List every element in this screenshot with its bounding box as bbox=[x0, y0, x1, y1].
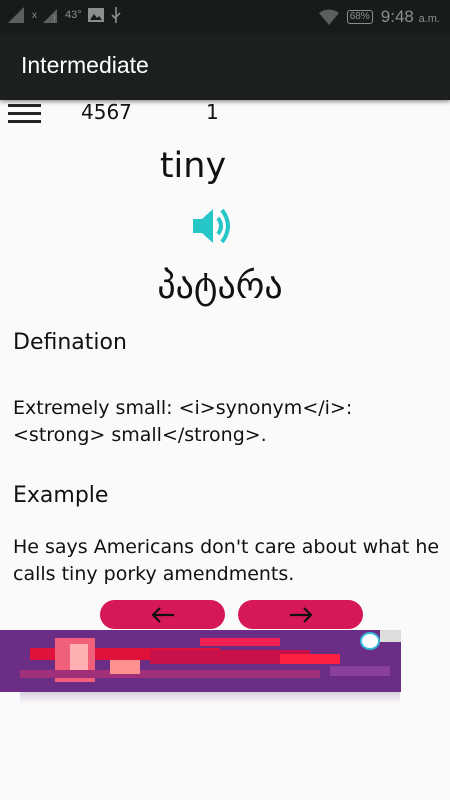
arrow-right-icon bbox=[289, 606, 313, 623]
speaker-icon[interactable] bbox=[191, 204, 233, 248]
app-bar: Intermediate bbox=[0, 33, 450, 100]
signal-warning-icon: ! bbox=[43, 9, 57, 23]
next-button[interactable] bbox=[238, 600, 363, 629]
svg-text:!: ! bbox=[53, 14, 56, 23]
ad-shadow bbox=[20, 692, 400, 704]
status-bar: x ! 43° 68% 9:48 a.m. bbox=[0, 0, 450, 33]
status-right: 68% 9:48 a.m. bbox=[318, 7, 440, 27]
ad-close-icon[interactable] bbox=[380, 630, 401, 642]
app-title: Intermediate bbox=[21, 52, 149, 78]
temperature-label: 43° bbox=[65, 9, 82, 21]
example-heading: Example bbox=[13, 483, 109, 508]
definition-heading: Defination bbox=[13, 330, 127, 355]
ad-banner[interactable] bbox=[0, 630, 401, 692]
definition-text: Extremely small: <i>synonym</i>: <strong… bbox=[13, 397, 353, 446]
clock-ampm: a.m. bbox=[418, 13, 440, 25]
word-total-count: 4567 bbox=[81, 100, 132, 124]
clock-time: 9:48 bbox=[380, 7, 414, 26]
image-icon bbox=[87, 8, 104, 22]
translation-text: პატარა bbox=[157, 266, 283, 307]
arrow-left-icon bbox=[150, 606, 174, 623]
example-text: He says Americans don't care about what … bbox=[13, 536, 440, 585]
signal-icon bbox=[8, 7, 24, 23]
word-current-index: 1 bbox=[206, 100, 219, 124]
word-text: tiny bbox=[159, 146, 227, 186]
usb-icon bbox=[111, 7, 121, 23]
status-left: x ! 43° bbox=[8, 7, 122, 23]
battery-icon: 68% bbox=[346, 10, 373, 24]
previous-button[interactable] bbox=[100, 600, 225, 629]
wifi-icon bbox=[318, 9, 339, 25]
clock: 9:48 a.m. bbox=[381, 7, 440, 27]
ad-info-icon[interactable] bbox=[360, 632, 380, 650]
signal-indicator: x bbox=[32, 9, 37, 21]
menu-icon[interactable] bbox=[8, 104, 41, 124]
